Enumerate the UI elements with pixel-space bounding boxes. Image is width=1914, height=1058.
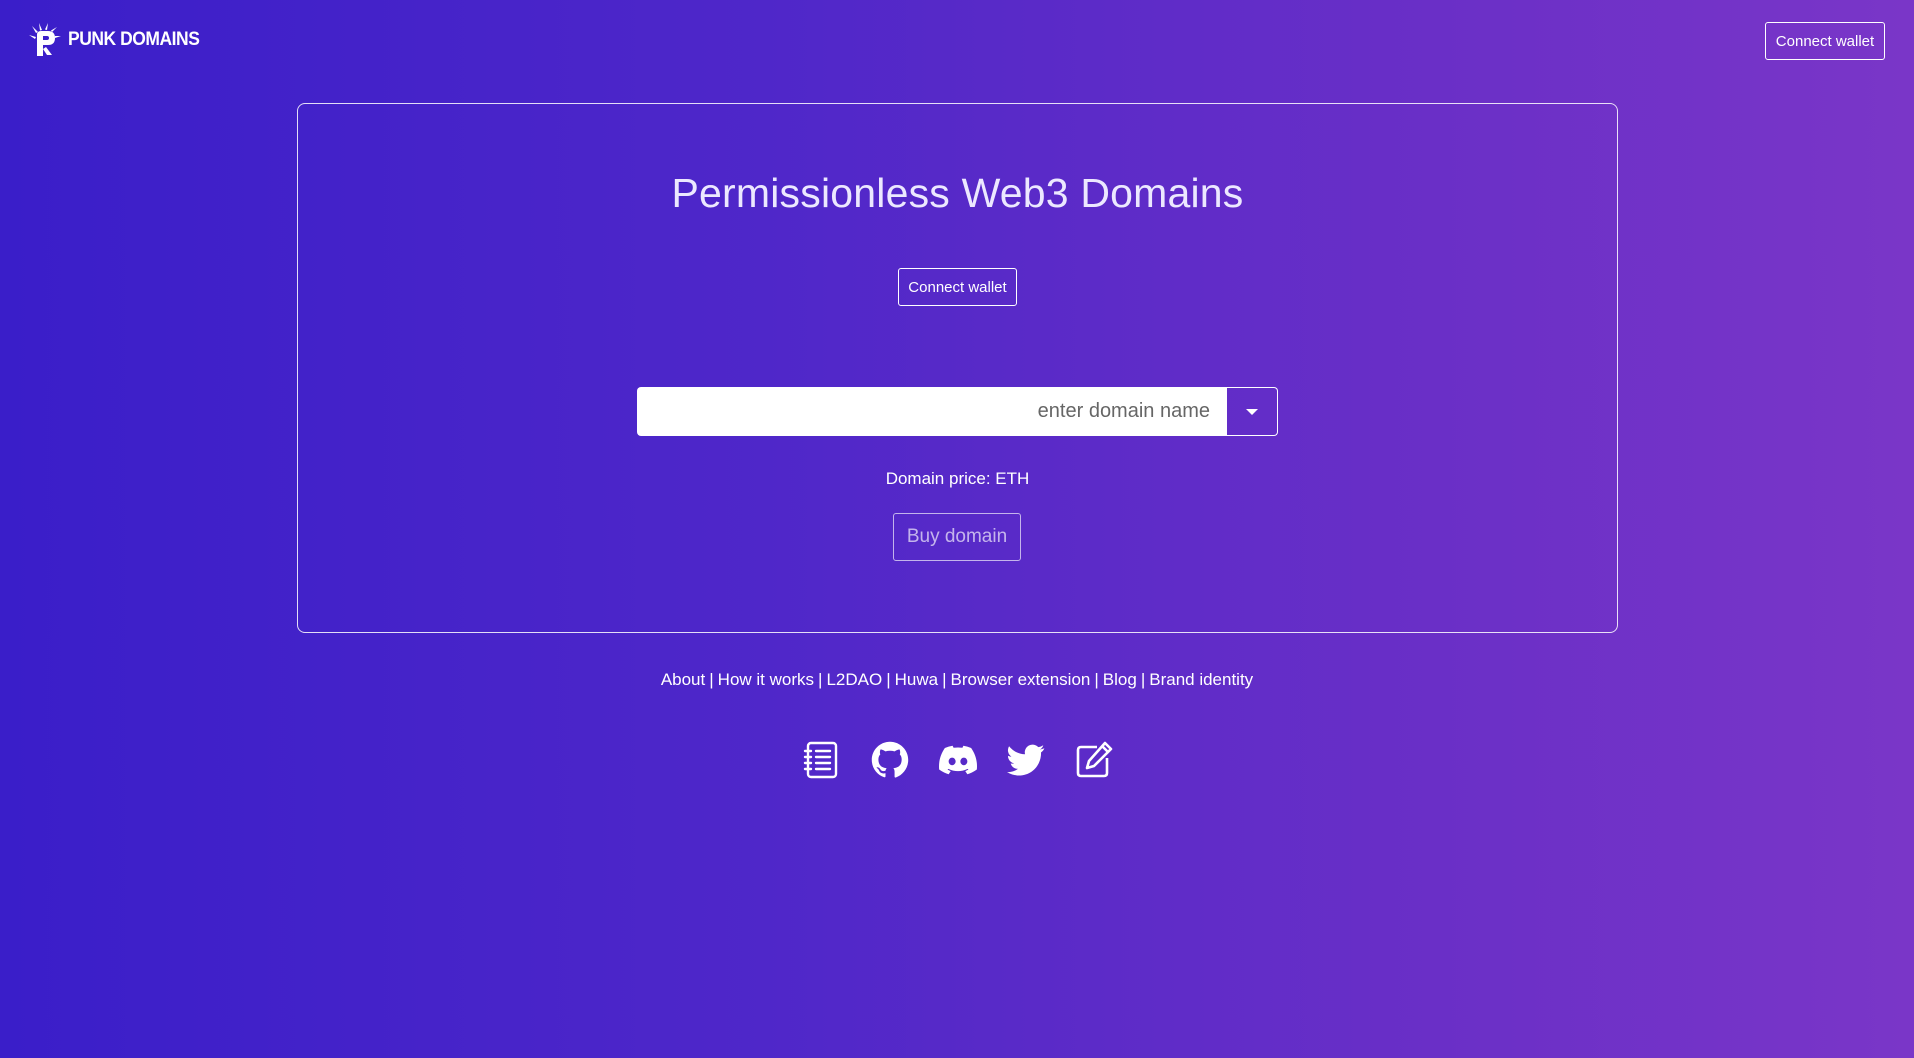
domain-search-group (637, 387, 1278, 436)
footer-link-about[interactable]: About (661, 670, 705, 689)
domain-name-input[interactable] (637, 387, 1227, 436)
link-separator: | (886, 670, 891, 689)
social-links (803, 740, 1113, 780)
link-separator: | (709, 670, 714, 689)
twitter-icon[interactable] (1007, 741, 1045, 779)
brand[interactable]: PUNK DOMAINS (28, 22, 211, 58)
footer-links: About | How it works | L2DAO | Huwa | Browser ex… (0, 670, 1914, 690)
edit-icon[interactable] (1075, 741, 1113, 779)
footer-link-how-it-works[interactable]: How it works (718, 670, 814, 689)
link-separator: | (818, 670, 823, 689)
footer-link-blog[interactable]: Blog (1103, 670, 1137, 689)
tld-dropdown-button[interactable] (1227, 387, 1278, 436)
caret-down-icon (1246, 408, 1258, 415)
footer-link-brand-identity[interactable]: Brand identity (1149, 670, 1253, 689)
domain-card: Permissionless Web3 Domains Connect wall… (297, 103, 1618, 633)
top-navbar: PUNK DOMAINS Connect wallet (0, 0, 1914, 82)
footer-link-huwa[interactable]: Huwa (895, 670, 938, 689)
connect-wallet-button[interactable]: Connect wallet (898, 268, 1017, 306)
link-separator: | (1140, 670, 1146, 689)
punk-logo-icon (29, 23, 61, 56)
footer-link-browser-extension[interactable]: Browser extension (951, 670, 1091, 689)
docs-icon[interactable] (803, 741, 841, 779)
link-separator: | (942, 670, 947, 689)
header-connect-wallet-button[interactable]: Connect wallet (1765, 22, 1885, 60)
discord-icon[interactable] (939, 741, 977, 779)
github-icon[interactable] (871, 741, 909, 779)
buy-domain-button[interactable]: Buy domain (893, 513, 1021, 561)
page-title: Permissionless Web3 Domains (671, 170, 1244, 216)
domain-price: Domain price: ETH (885, 469, 1030, 488)
footer-link-l2dao[interactable]: L2DAO (826, 670, 882, 689)
brand-name: PUNK DOMAINS (68, 29, 200, 50)
link-separator: | (1094, 670, 1099, 689)
